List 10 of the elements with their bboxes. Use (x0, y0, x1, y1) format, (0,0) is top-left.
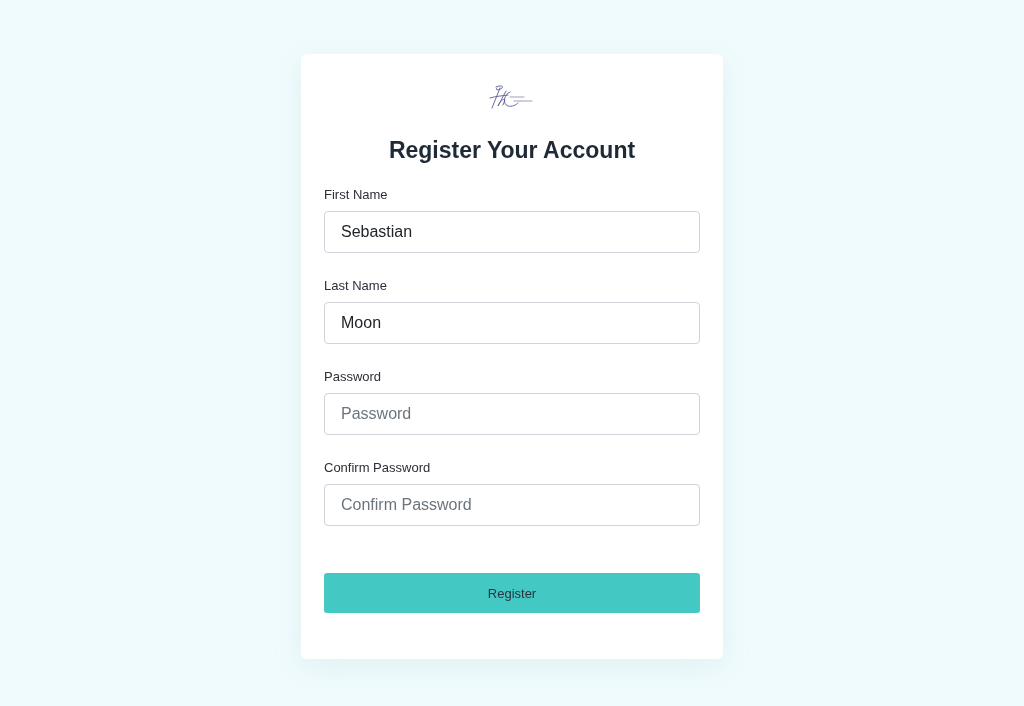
field-label: First Name (324, 187, 388, 203)
form-title: Register Your Account (387, 136, 637, 164)
field-label: Last Name (324, 278, 387, 294)
input-field[interactable]: Moon (324, 302, 700, 344)
input-field[interactable]: Sebastian (324, 211, 700, 253)
input-field[interactable]: Confirm Password (324, 484, 700, 526)
field-label: Confirm Password (324, 460, 431, 476)
register-button[interactable]: Register (324, 573, 700, 613)
field-label: Password (324, 369, 382, 385)
input-field[interactable]: Password (324, 393, 700, 435)
